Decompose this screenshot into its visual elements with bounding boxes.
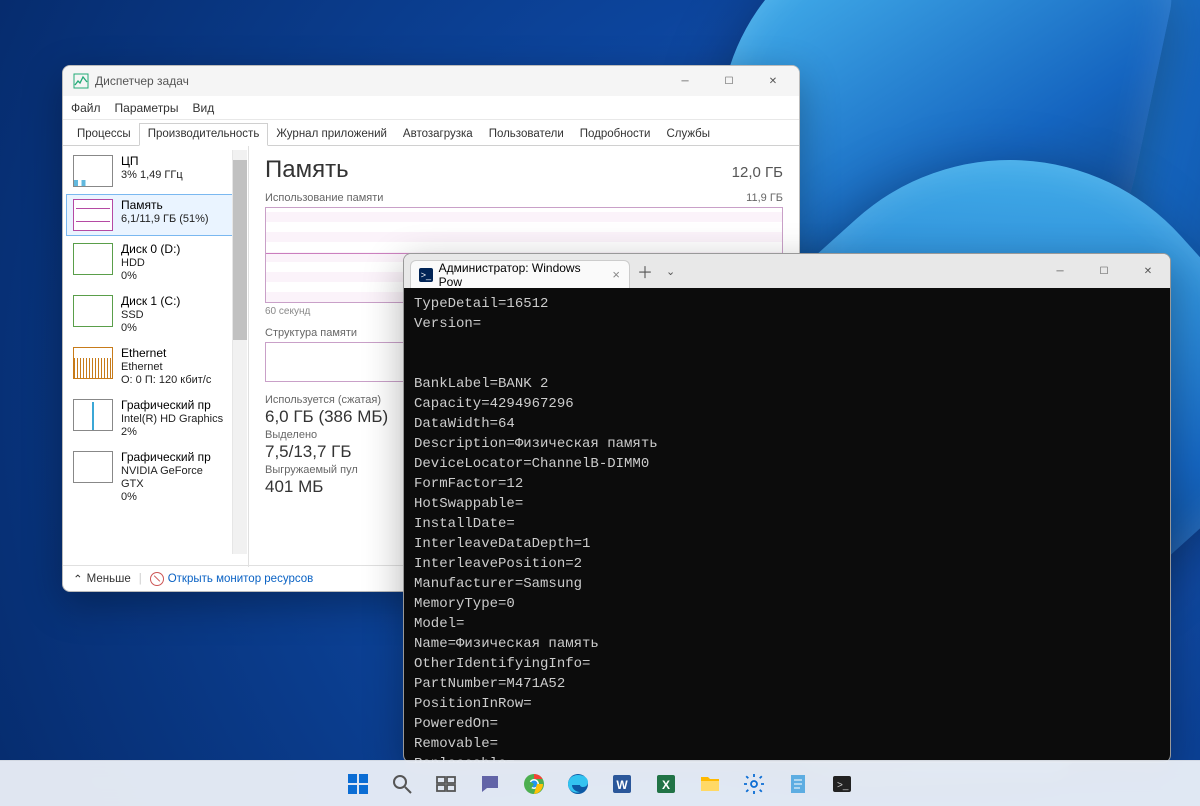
word-button[interactable]: W (603, 765, 641, 803)
minimize-button[interactable]: ─ (1038, 254, 1082, 288)
sb-mem-name: Память (121, 199, 163, 212)
commit-label: Выделено (265, 429, 415, 441)
powershell-icon: >_ (419, 268, 433, 282)
sb-disk1-name: Диск 1 (C:) (121, 295, 180, 308)
chevron-up-icon: ⌃ (73, 572, 83, 586)
minimize-button[interactable]: ─ (663, 66, 707, 96)
tab-users[interactable]: Пользователи (481, 124, 572, 145)
task-view-button[interactable] (427, 765, 465, 803)
close-button[interactable]: ✕ (751, 66, 795, 96)
terminal-tab[interactable]: >_ Администратор: Windows Pow × (410, 260, 630, 288)
tab-strip: Процессы Производительность Журнал прило… (63, 120, 799, 146)
fewer-details-button[interactable]: ⌃ Меньше (73, 572, 131, 586)
sb-disk0-sub: HDD 0% (121, 257, 145, 282)
excel-button[interactable]: X (647, 765, 685, 803)
tab-details[interactable]: Подробности (572, 124, 659, 145)
maximize-button[interactable]: ☐ (1082, 254, 1126, 288)
gpu0-thumb-icon (73, 399, 113, 431)
taskmgr-icon (73, 73, 89, 89)
sb-gpu1-sub: NVIDIA GeForce GTX 0% (121, 465, 203, 503)
sidebar-item-cpu[interactable]: ЦП3% 1,49 ГГц (66, 150, 233, 192)
sb-disk0-name: Диск 0 (D:) (121, 243, 180, 256)
perf-heading: Память (265, 156, 349, 184)
sidebar-item-ethernet[interactable]: EthernetEthernet О: 0 П: 120 кбит/с (66, 342, 233, 392)
sb-disk1-sub: SSD 0% (121, 309, 144, 334)
sidebar-item-gpu0[interactable]: Графический прIntel(R) HD Graphics 2% (66, 394, 233, 444)
terminal-tab-title: Администратор: Windows Pow (439, 261, 604, 289)
window-title: Диспетчер задач (95, 74, 189, 88)
disk0-thumb-icon (73, 243, 113, 275)
fewer-details-label: Меньше (87, 573, 131, 585)
resource-monitor-label: Открыть монитор ресурсов (168, 573, 314, 585)
edge-button[interactable] (559, 765, 597, 803)
sb-gpu1-name: Графический пр (121, 451, 211, 464)
menu-options[interactable]: Параметры (115, 101, 179, 115)
terminal-tabbar: >_ Администратор: Windows Pow × ＋ ⌄ ─ ☐ … (404, 254, 1170, 288)
search-button[interactable] (383, 765, 421, 803)
terminal-window: >_ Администратор: Windows Pow × ＋ ⌄ ─ ☐ … (403, 253, 1171, 763)
sidebar-item-memory[interactable]: Память6,1/11,9 ГБ (51%) (66, 194, 233, 236)
terminal-output[interactable]: TypeDetail=16512 Version= BankLabel=BANK… (404, 288, 1170, 762)
sidebar-item-disk1[interactable]: Диск 1 (C:)SSD 0% (66, 290, 233, 340)
paged-label: Выгружаемый пул (265, 464, 415, 476)
sb-eth-name: Ethernet (121, 347, 166, 360)
menu-file[interactable]: Файл (71, 101, 101, 115)
tab-app-history[interactable]: Журнал приложений (268, 124, 395, 145)
tab-dropdown-button[interactable]: ⌄ (660, 265, 681, 278)
menu-bar: Файл Параметры Вид (63, 96, 799, 120)
paged-value: 401 МБ (265, 477, 415, 497)
used-value: 6,0 ГБ (386 МБ) (265, 407, 415, 427)
gpu1-thumb-icon (73, 451, 113, 483)
sb-cpu-sub: 3% 1,49 ГГц (121, 169, 183, 181)
disk1-thumb-icon (73, 295, 113, 327)
cpu-thumb-icon (73, 155, 113, 187)
memory-thumb-icon (73, 199, 113, 231)
perf-sidebar: ЦП3% 1,49 ГГц Память6,1/11,9 ГБ (51%) Ди… (63, 146, 249, 567)
sb-cpu-name: ЦП (121, 155, 139, 168)
eth-thumb-icon (73, 347, 113, 379)
svg-text:>_: >_ (837, 780, 849, 791)
tab-services[interactable]: Службы (658, 124, 718, 145)
new-tab-button[interactable]: ＋ (630, 259, 660, 283)
commit-value: 7,5/13,7 ГБ (265, 442, 415, 462)
taskbar: W X >_ (0, 760, 1200, 806)
memory-structure-bar (265, 342, 405, 382)
svg-text:X: X (662, 778, 670, 792)
resource-monitor-icon (150, 572, 164, 586)
start-button[interactable] (339, 765, 377, 803)
close-button[interactable]: ✕ (1126, 254, 1170, 288)
tab-performance[interactable]: Производительность (139, 123, 269, 146)
sb-mem-sub: 6,1/11,9 ГБ (51%) (121, 213, 209, 225)
sb-gpu0-sub: Intel(R) HD Graphics 2% (121, 413, 223, 438)
svg-text:W: W (616, 778, 628, 792)
tab-processes[interactable]: Процессы (69, 124, 139, 145)
tab-startup[interactable]: Автозагрузка (395, 124, 481, 145)
used-label: Используется (сжатая) (265, 394, 415, 406)
sidebar-item-gpu1[interactable]: Графический прNVIDIA GeForce GTX 0% (66, 446, 233, 509)
tab-close-icon[interactable]: × (609, 267, 623, 282)
open-resource-monitor-link[interactable]: Открыть монитор ресурсов (150, 572, 314, 586)
sidebar-item-disk0[interactable]: Диск 0 (D:)HDD 0% (66, 238, 233, 288)
settings-button[interactable] (735, 765, 773, 803)
sb-gpu0-name: Графический пр (121, 399, 211, 412)
usage-right-label: 11,9 ГБ (746, 192, 783, 204)
notepad-button[interactable] (779, 765, 817, 803)
menu-view[interactable]: Вид (192, 101, 214, 115)
usage-label: Использование памяти (265, 192, 383, 204)
perf-heading-right: 12,0 ГБ (732, 164, 783, 181)
sb-eth-sub: Ethernet О: 0 П: 120 кбит/с (121, 361, 211, 386)
chrome-button[interactable] (515, 765, 553, 803)
titlebar[interactable]: Диспетчер задач ─ ☐ ✕ (63, 66, 799, 96)
maximize-button[interactable]: ☐ (707, 66, 751, 96)
explorer-button[interactable] (691, 765, 729, 803)
terminal-button[interactable]: >_ (823, 765, 861, 803)
sidebar-scrollbar[interactable] (232, 150, 247, 554)
chat-button[interactable] (471, 765, 509, 803)
